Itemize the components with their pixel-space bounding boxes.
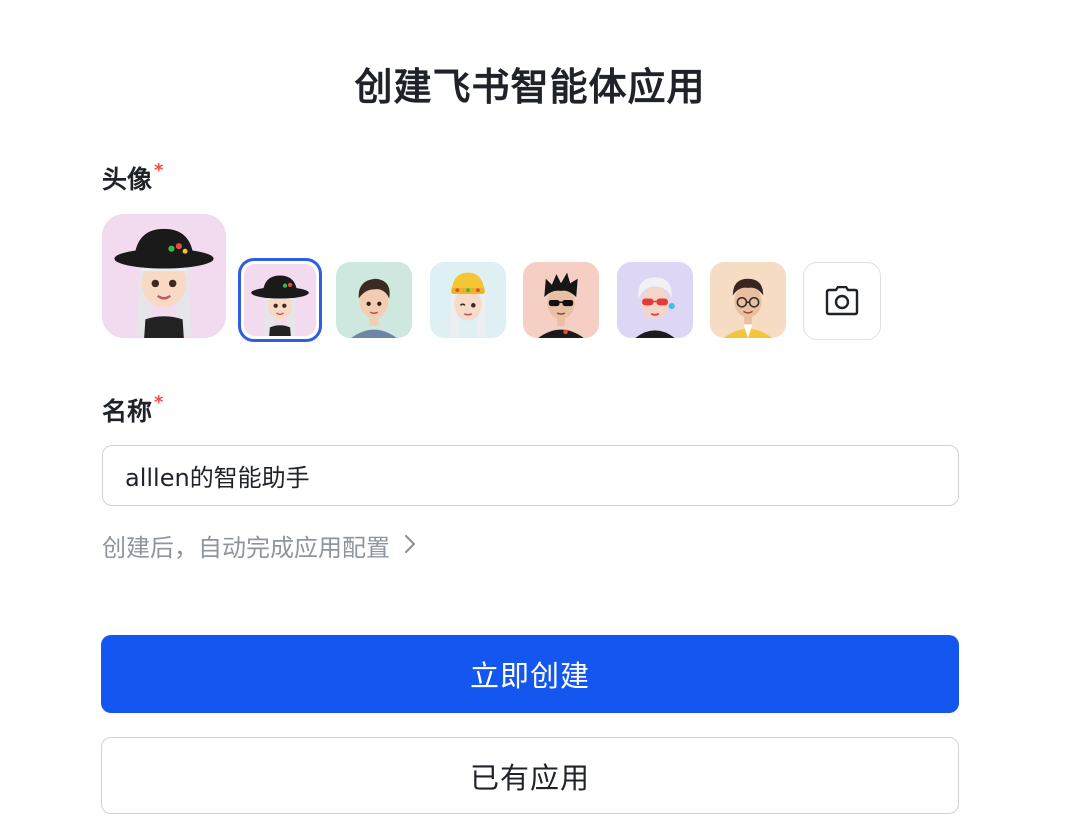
avatar-option-6[interactable] [710, 262, 786, 338]
existing-app-button[interactable]: 已有应用 [101, 737, 959, 814]
chevron-right-icon [404, 532, 416, 560]
avatar-label-text: 头像 [102, 165, 153, 194]
required-mark: * [154, 160, 164, 181]
avatar-option-2[interactable] [336, 262, 412, 338]
avatar-girl-yellow-hat-icon [430, 262, 506, 338]
avatar-option-4[interactable] [523, 262, 599, 338]
avatar-girl-black-hat-icon [244, 264, 316, 336]
auto-config-hint[interactable]: 创建后，自动完成应用配置 [102, 528, 416, 563]
camera-icon [825, 286, 859, 316]
name-label: 名称 * [102, 392, 163, 428]
required-mark: * [154, 392, 164, 413]
avatar-label: 头像 * [102, 160, 163, 196]
avatar-boy-brown-hair-icon [336, 262, 412, 338]
page-title: 创建飞书智能体应用 [354, 65, 706, 109]
avatar-girl-black-hat-preview [102, 214, 226, 338]
create-now-button[interactable]: 立即创建 [101, 635, 959, 713]
avatar-preview [102, 214, 226, 338]
avatar-girl-red-glasses-icon [617, 262, 693, 338]
name-input[interactable] [102, 445, 959, 506]
auto-config-hint-text: 创建后，自动完成应用配置 [102, 534, 390, 562]
avatar-option-5[interactable] [617, 262, 693, 338]
avatar-option-3[interactable] [430, 262, 506, 338]
upload-avatar-button[interactable] [803, 262, 881, 340]
avatar-boy-sunglasses-icon [523, 262, 599, 338]
avatar-boy-glasses-yellow-jacket-icon [710, 262, 786, 338]
avatar-option-1[interactable] [238, 258, 322, 342]
name-label-text: 名称 [102, 397, 153, 426]
